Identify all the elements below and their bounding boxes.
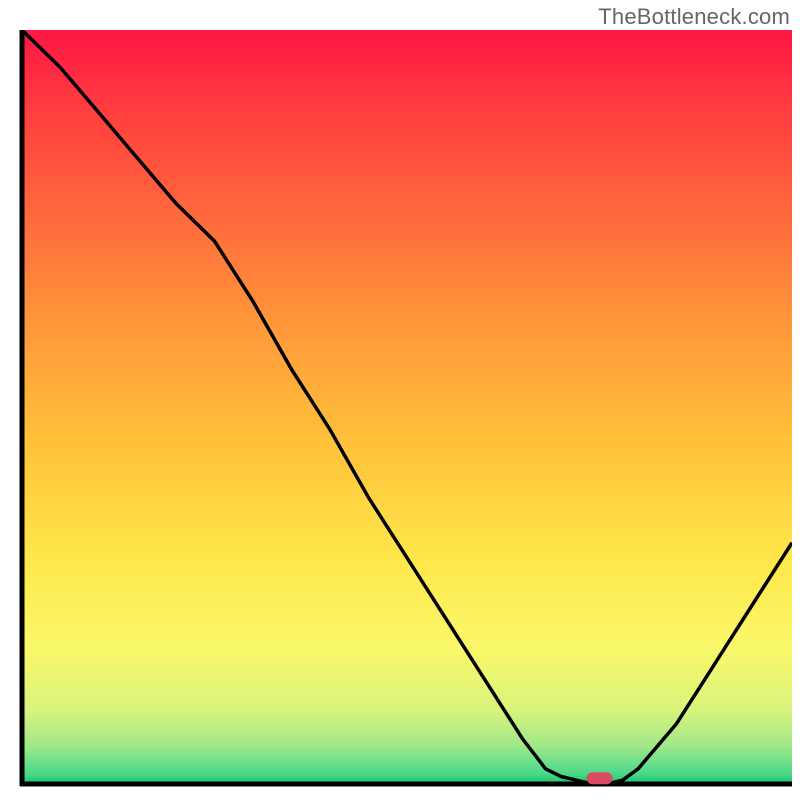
watermark-label: TheBottleneck.com [598,4,790,30]
gradient-background [22,30,792,784]
bottleneck-chart: TheBottleneck.com [0,0,800,800]
optimal-marker [587,772,613,784]
chart-svg [0,0,800,800]
